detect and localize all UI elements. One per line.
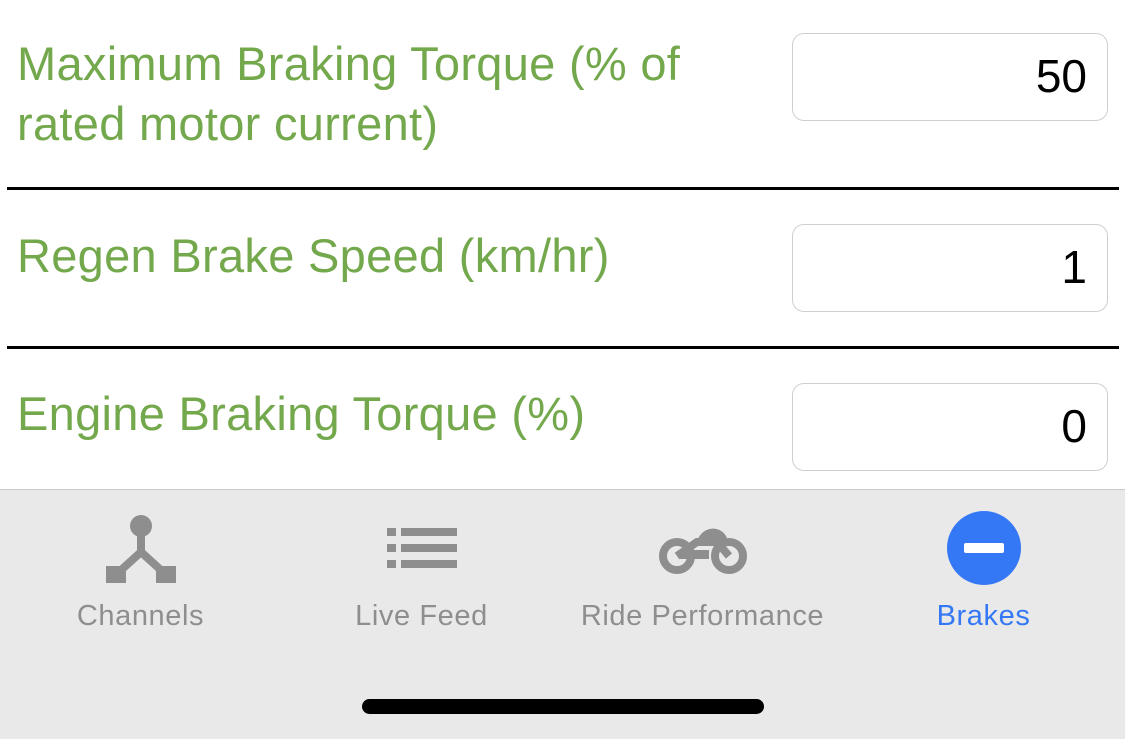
home-indicator[interactable] <box>362 699 764 714</box>
tab-live-feed[interactable]: Live Feed <box>281 490 562 650</box>
tab-brakes[interactable]: Brakes <box>843 490 1124 650</box>
setting-row-regen-brake-speed: Regen Brake Speed (km/hr) 1 <box>0 190 1125 347</box>
tab-label: Live Feed <box>355 600 488 632</box>
setting-label: Maximum Braking Torque (% of rated motor… <box>17 34 680 154</box>
setting-label: Regen Brake Speed (km/hr) <box>17 229 610 282</box>
engine-braking-torque-input[interactable]: 0 <box>792 383 1108 471</box>
setting-label: Engine Braking Torque (%) <box>17 387 586 440</box>
regen-brake-speed-input[interactable]: 1 <box>792 224 1108 312</box>
tab-label: Ride Performance <box>580 600 825 632</box>
setting-row-max-braking-torque: Maximum Braking Torque (% of rated motor… <box>0 0 1125 188</box>
list-icon <box>386 528 457 573</box>
setting-label-line: Maximum Braking Torque (% of <box>17 37 681 90</box>
tab-ride-performance[interactable]: Ride Performance <box>562 490 843 650</box>
channels-icon <box>105 514 176 589</box>
minus-circle-icon <box>946 510 1022 591</box>
motorcycle-icon <box>657 520 749 581</box>
max-braking-torque-input[interactable]: 50 <box>792 33 1108 121</box>
tab-channels[interactable]: Channels <box>0 490 281 650</box>
brakes-screen: Maximum Braking Torque (% of rated motor… <box>0 0 1125 739</box>
tab-label: Channels <box>76 600 205 632</box>
setting-row-engine-braking-torque: Engine Braking Torque (%) 0 <box>0 349 1125 489</box>
tab-label: Brakes <box>936 600 1031 632</box>
settings-list: Maximum Braking Torque (% of rated motor… <box>0 0 1125 490</box>
setting-label-line: rated motor current) <box>17 97 439 150</box>
